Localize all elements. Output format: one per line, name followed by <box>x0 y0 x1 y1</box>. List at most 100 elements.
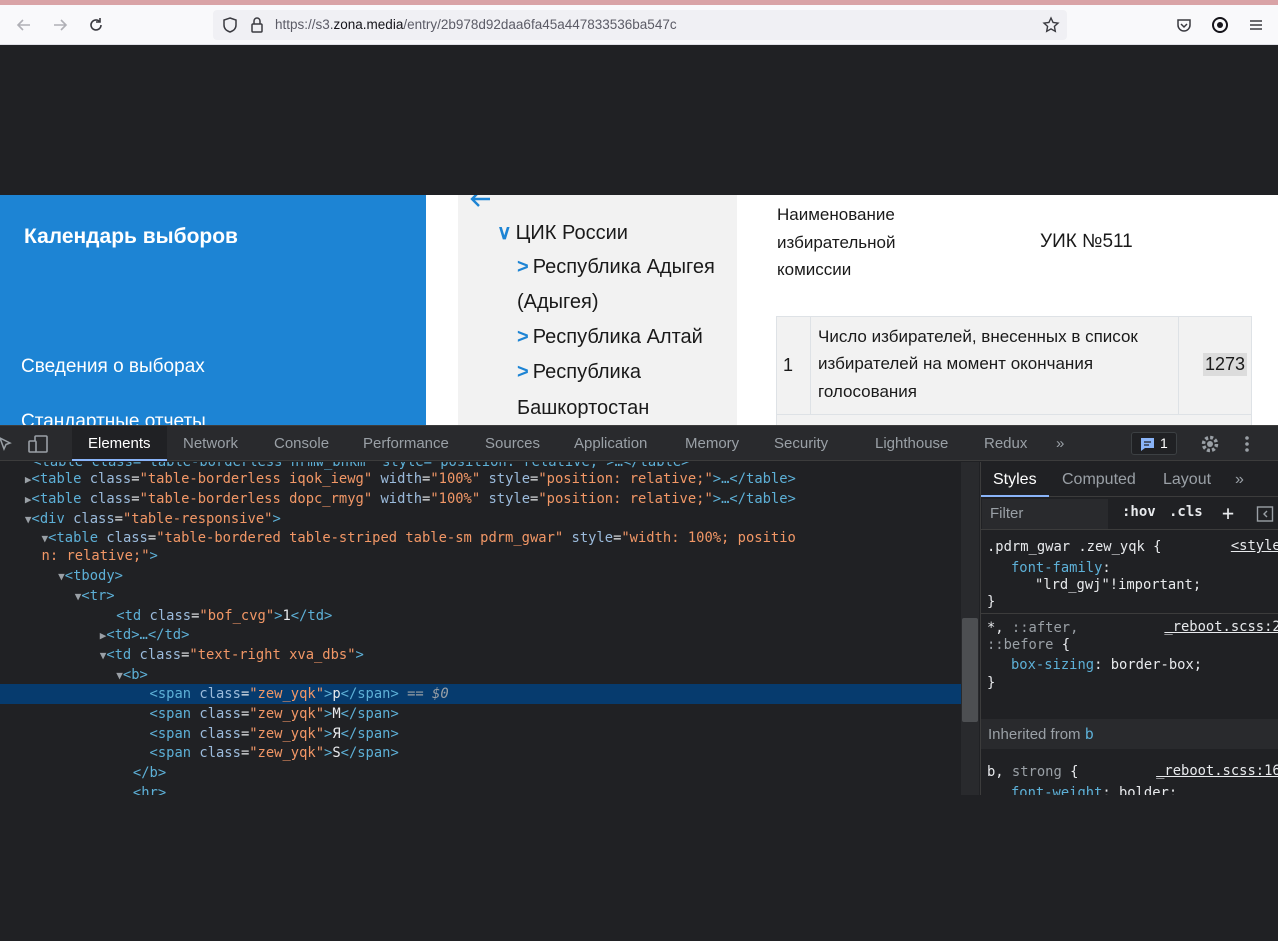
account-button[interactable] <box>1206 11 1234 39</box>
dom-scrollbar-thumb[interactable] <box>962 618 978 722</box>
dom-node[interactable]: ▶<table class="table-borderless iqok_iew… <box>0 469 961 489</box>
devtools-panel: Elements Network Console Performance Sou… <box>0 425 1278 796</box>
tab-network[interactable]: Network <box>183 426 238 461</box>
tree-item-adygea[interactable]: > Республика Адыгея <box>517 256 715 279</box>
dom-node[interactable]: </b> <box>0 763 961 783</box>
tree-item-altai[interactable]: > Республика Алтай <box>517 326 703 349</box>
dom-node[interactable]: <span class="zew_yqk">Я</span> <box>0 724 961 744</box>
menu-button[interactable] <box>1242 11 1270 39</box>
url-text: https://s3.zona.media/entry/2b978d92daa6… <box>275 17 677 32</box>
css-value[interactable]: "lrd_gwj"!important; <box>1035 576 1201 594</box>
dom-node[interactable]: ▼<table class="table-bordered table-stri… <box>0 528 961 548</box>
dom-tag: >…</table> <box>712 491 796 507</box>
css-declaration[interactable]: font-family: <box>1011 559 1119 577</box>
tab-computed[interactable]: Computed <box>1062 462 1136 497</box>
dom-node-selected[interactable]: <span class="zew_yqk">р</span> == $0 <box>0 684 961 704</box>
dom-node[interactable]: ▼<tbody> <box>0 566 961 586</box>
css-selector-part: b, <box>987 764 1012 780</box>
sidebar-link-reports[interactable]: Стандартные отчеты <box>21 411 206 425</box>
dom-tag: </span> <box>340 686 399 702</box>
tab-redux[interactable]: Redux <box>984 426 1027 461</box>
dom-value: "zew_yqk" <box>249 726 325 742</box>
kebab-menu-icon[interactable] <box>1239 434 1255 454</box>
css-rule-close: } <box>987 594 996 610</box>
css-source-link[interactable]: _reboot.scss:24 <box>1164 619 1278 635</box>
tab-memory[interactable]: Memory <box>685 426 739 461</box>
results-table: 1 Число избирателей, внесенных в список … <box>776 316 1252 425</box>
dom-node[interactable]: ▶<td>…</td> <box>0 625 961 645</box>
tab-sources[interactable]: Sources <box>485 426 540 461</box>
css-selector-part: strong <box>1011 764 1062 780</box>
styles-tabbar: Styles Computed Layout » <box>981 462 1278 497</box>
dom-node[interactable]: <span class="zew_yqk">S</span> <box>0 743 961 763</box>
tab-layout[interactable]: Layout <box>1163 462 1211 497</box>
reload-icon <box>90 18 102 31</box>
dom-attr: width <box>380 491 423 507</box>
dom-attr: style <box>571 530 614 546</box>
tab-lighthouse[interactable]: Lighthouse <box>875 426 948 461</box>
dom-value: "position: relative;" <box>538 471 713 487</box>
reload-button[interactable] <box>82 11 110 39</box>
back-arrow-icon[interactable] <box>468 195 492 209</box>
tree-item-bashkortostan[interactable]: > Республика <box>517 361 641 384</box>
pocket-button[interactable] <box>1170 11 1198 39</box>
gear-icon[interactable] <box>1200 434 1220 454</box>
css-source-link[interactable]: <style> <box>1231 538 1278 554</box>
dom-tag: <b> <box>122 667 148 683</box>
web-page: Календарь выборов Сведения о выборах Ста… <box>0 195 1278 425</box>
dom-value: "zew_yqk" <box>249 745 325 761</box>
dom-value: n: relative;" <box>41 548 150 564</box>
device-toggle-icon[interactable] <box>27 433 49 455</box>
commission-label: комиссии <box>777 260 852 279</box>
tree-item-label: Республика <box>532 361 642 383</box>
dom-node[interactable]: ▼<tr> <box>0 586 961 606</box>
chevron-right-icon: > <box>517 361 529 383</box>
commission-label: избирательной <box>777 233 896 252</box>
css-value: border-box; <box>1110 657 1203 673</box>
table-divider <box>777 414 1251 415</box>
tab-elements[interactable]: Elements <box>72 426 167 461</box>
tab-application[interactable]: Application <box>574 426 647 461</box>
more-styles-tabs-button[interactable]: » <box>1235 462 1244 497</box>
css-source-link[interactable]: _reboot.scss:169 <box>1156 763 1278 779</box>
dom-node[interactable]: ▶<table class="table-borderless dopc_rmy… <box>0 489 961 509</box>
dom-node[interactable]: ▼<td class="text-right xva_dbs"> <box>0 645 961 665</box>
css-property: font-family <box>1011 560 1103 576</box>
star-icon[interactable] <box>1042 16 1060 34</box>
dom-node[interactable]: ▼<div class="table-responsive"> <box>0 509 961 529</box>
new-rule-button[interactable]: + <box>1222 501 1234 525</box>
tab-performance[interactable]: Performance <box>363 426 449 461</box>
more-tabs-button[interactable]: » <box>1056 426 1064 461</box>
dom-attr: class <box>199 706 241 722</box>
commission-value: УИК №511 <box>1040 231 1133 252</box>
inherited-tag[interactable]: b <box>1085 725 1094 743</box>
issues-button[interactable]: 1 <box>1131 432 1177 455</box>
class-toggle-button[interactable]: .cls <box>1169 504 1203 520</box>
tab-console[interactable]: Console <box>274 426 329 461</box>
sidebar-link-info[interactable]: Сведения о выборах <box>21 356 205 378</box>
row-label: избирателей на момент окончания <box>818 354 1094 373</box>
dom-node[interactable]: <td class="bof_cvg">1</td> <box>0 606 961 626</box>
devtools-tabbar: Elements Network Console Performance Sou… <box>0 426 1278 461</box>
dom-node[interactable]: <span class="zew_yqk">М</span> <box>0 704 961 724</box>
dom-node[interactable]: ▼<b> <box>0 665 961 685</box>
toggle-sidebar-icon[interactable] <box>1256 505 1274 523</box>
back-button[interactable] <box>10 11 38 39</box>
forward-button[interactable] <box>46 11 74 39</box>
url-bar[interactable]: https://s3.zona.media/entry/2b978d92daa6… <box>213 10 1067 40</box>
css-declaration[interactable]: box-sizing: border-box; <box>1011 656 1202 674</box>
tree-item-root[interactable]: ∨ ЦИК России <box>497 220 628 245</box>
dom-attr: class <box>199 686 241 702</box>
sidebar-title[interactable]: Календарь выборов <box>24 225 238 249</box>
tab-security[interactable]: Security <box>774 426 828 461</box>
hover-state-button[interactable]: :hov <box>1122 504 1156 520</box>
tab-styles[interactable]: Styles <box>981 462 1049 497</box>
css-selector: ::before { <box>987 637 1071 653</box>
styles-filter-input[interactable]: Filter <box>982 499 1108 529</box>
dom-tag: <table <box>31 471 82 487</box>
inspect-cursor-icon[interactable] <box>0 435 14 453</box>
dom-value: "table-borderless dopc_rmyg" <box>139 491 373 507</box>
browser-toolbar: https://s3.zona.media/entry/2b978d92daa6… <box>0 5 1278 45</box>
dom-text: S <box>332 745 341 761</box>
dom-value: "text-right xva_dbs" <box>189 647 356 663</box>
